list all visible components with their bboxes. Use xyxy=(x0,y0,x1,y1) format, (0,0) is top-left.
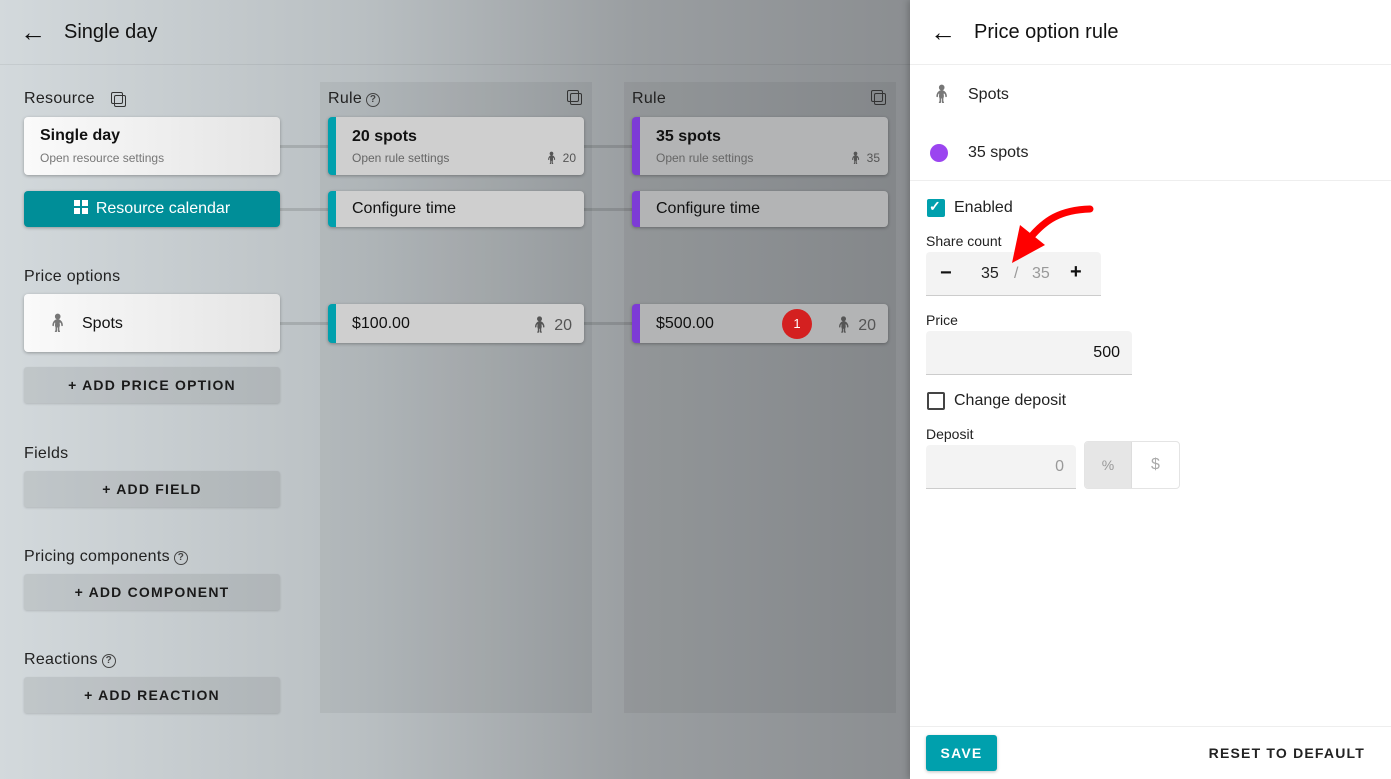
deposit-value: 0 xyxy=(1055,458,1064,475)
configure-time-card[interactable]: Configure time xyxy=(328,191,584,227)
rule-price: $500.00 xyxy=(656,315,714,332)
configure-time-card[interactable]: Configure time xyxy=(632,191,888,227)
reactions-heading: Reactions? xyxy=(24,651,116,669)
rule-row: 35 spots xyxy=(910,123,1391,181)
rule-subtitle: Open rule settings xyxy=(352,151,450,165)
connector xyxy=(584,208,632,211)
price-options-heading: Price options xyxy=(24,268,121,285)
price-option-label: Spots xyxy=(82,315,123,332)
copy-icon[interactable] xyxy=(567,90,582,105)
person-icon: 🧍︎ xyxy=(833,317,854,334)
help-icon[interactable]: ? xyxy=(366,93,381,107)
resource-subtitle: Open resource settings xyxy=(40,151,165,165)
back-arrow-icon[interactable]: ← xyxy=(930,19,956,45)
deposit-input[interactable]: 0 xyxy=(926,445,1076,489)
connector xyxy=(584,145,632,148)
add-price-option-button[interactable]: + ADD PRICE OPTION xyxy=(24,367,280,403)
rule-price-count: 🧍︎ 20 xyxy=(529,317,572,334)
rule-title: 20 spots xyxy=(352,128,417,145)
connector xyxy=(584,322,632,325)
rule-price-card[interactable]: $100.00 🧍︎ 20 xyxy=(328,304,584,343)
configure-time-label: Configure time xyxy=(656,200,761,217)
resource-card[interactable]: Single day Open resource settings xyxy=(24,117,280,175)
rule-count: 🧍︎ 20 xyxy=(544,151,576,165)
panel-footer: SAVE RESET TO DEFAULT xyxy=(910,726,1391,779)
rule-price-card[interactable]: $500.00 1 🧍︎ 20 xyxy=(632,304,888,343)
error-badge: 1 xyxy=(782,309,812,339)
rule-price-count: 🧍︎ 20 xyxy=(833,317,876,334)
copy-icon[interactable] xyxy=(111,92,126,107)
help-icon[interactable]: ? xyxy=(101,654,116,668)
enabled-checkbox[interactable]: ✓ xyxy=(927,198,945,217)
red-arrow-annotation xyxy=(1012,205,1094,263)
grid-icon xyxy=(73,200,88,214)
rule-card[interactable]: 35 spots Open rule settings 🧍︎ 35 xyxy=(632,117,888,175)
rule-count: 🧍︎ 35 xyxy=(848,151,880,165)
rule-price: $100.00 xyxy=(352,315,410,332)
add-component-button[interactable]: + ADD COMPONENT xyxy=(24,574,280,610)
rule-subtitle: Open rule settings xyxy=(656,151,754,165)
add-reaction-button[interactable]: + ADD REACTION xyxy=(24,677,280,713)
reset-to-default-button[interactable]: RESET TO DEFAULT xyxy=(1209,745,1365,761)
person-icon: 🧍︎ xyxy=(46,313,69,333)
change-deposit-checkbox[interactable] xyxy=(927,392,945,410)
percent-option[interactable]: % xyxy=(1085,442,1133,488)
resource-title: Single day xyxy=(40,127,121,144)
connector xyxy=(280,208,328,211)
deposit-unit-toggle: % $ xyxy=(1084,441,1180,489)
connector xyxy=(280,322,328,325)
rule-heading: Rule? xyxy=(328,90,381,108)
connector xyxy=(280,145,328,148)
price-value: 500 xyxy=(1093,344,1120,361)
price-option-name: Spots xyxy=(968,86,1009,103)
rule-column-1 xyxy=(320,82,592,713)
copy-icon[interactable] xyxy=(871,90,886,105)
price-option-row: 🧍︎ Spots xyxy=(910,65,1391,123)
person-icon: 🧍︎ xyxy=(848,151,864,165)
price-label: Price xyxy=(926,312,958,328)
change-deposit-label: Change deposit xyxy=(954,392,1067,409)
save-button[interactable]: SAVE xyxy=(926,735,997,771)
rule-card[interactable]: 20 spots Open rule settings 🧍︎ 20 xyxy=(328,117,584,175)
page-title: Single day xyxy=(64,21,158,43)
person-icon: 🧍︎ xyxy=(544,151,560,165)
deposit-label: Deposit xyxy=(926,426,974,442)
dollar-option[interactable]: $ xyxy=(1132,442,1179,488)
rule-heading: Rule xyxy=(632,90,667,107)
rule-column-2 xyxy=(624,82,896,713)
resource-heading: Resource xyxy=(24,90,95,107)
check-icon: ✓ xyxy=(929,198,941,214)
panel-title: Price option rule xyxy=(974,21,1119,43)
person-icon: 🧍︎ xyxy=(529,317,550,334)
add-field-button[interactable]: + ADD FIELD xyxy=(24,471,280,507)
price-option-card[interactable]: 🧍︎ Spots xyxy=(24,294,280,352)
configure-time-label: Configure time xyxy=(352,200,457,217)
pricing-components-heading: Pricing components? xyxy=(24,548,188,566)
help-icon[interactable]: ? xyxy=(173,551,188,565)
minus-icon[interactable]: − xyxy=(940,262,952,285)
person-icon: 🧍︎ xyxy=(930,84,953,104)
price-input[interactable]: 500 xyxy=(926,331,1132,375)
rule-title: 35 spots xyxy=(656,128,721,145)
fields-heading: Fields xyxy=(24,445,69,462)
resource-calendar-button[interactable]: Resource calendar xyxy=(24,191,280,227)
rule-name: 35 spots xyxy=(968,144,1029,161)
rule-color-dot xyxy=(930,144,948,162)
page-header: ← Single day xyxy=(0,0,910,65)
price-option-rule-panel: ← Price option rule 🧍︎ Spots 35 spots ✓ … xyxy=(910,0,1391,779)
back-arrow-icon[interactable]: ← xyxy=(20,19,46,45)
